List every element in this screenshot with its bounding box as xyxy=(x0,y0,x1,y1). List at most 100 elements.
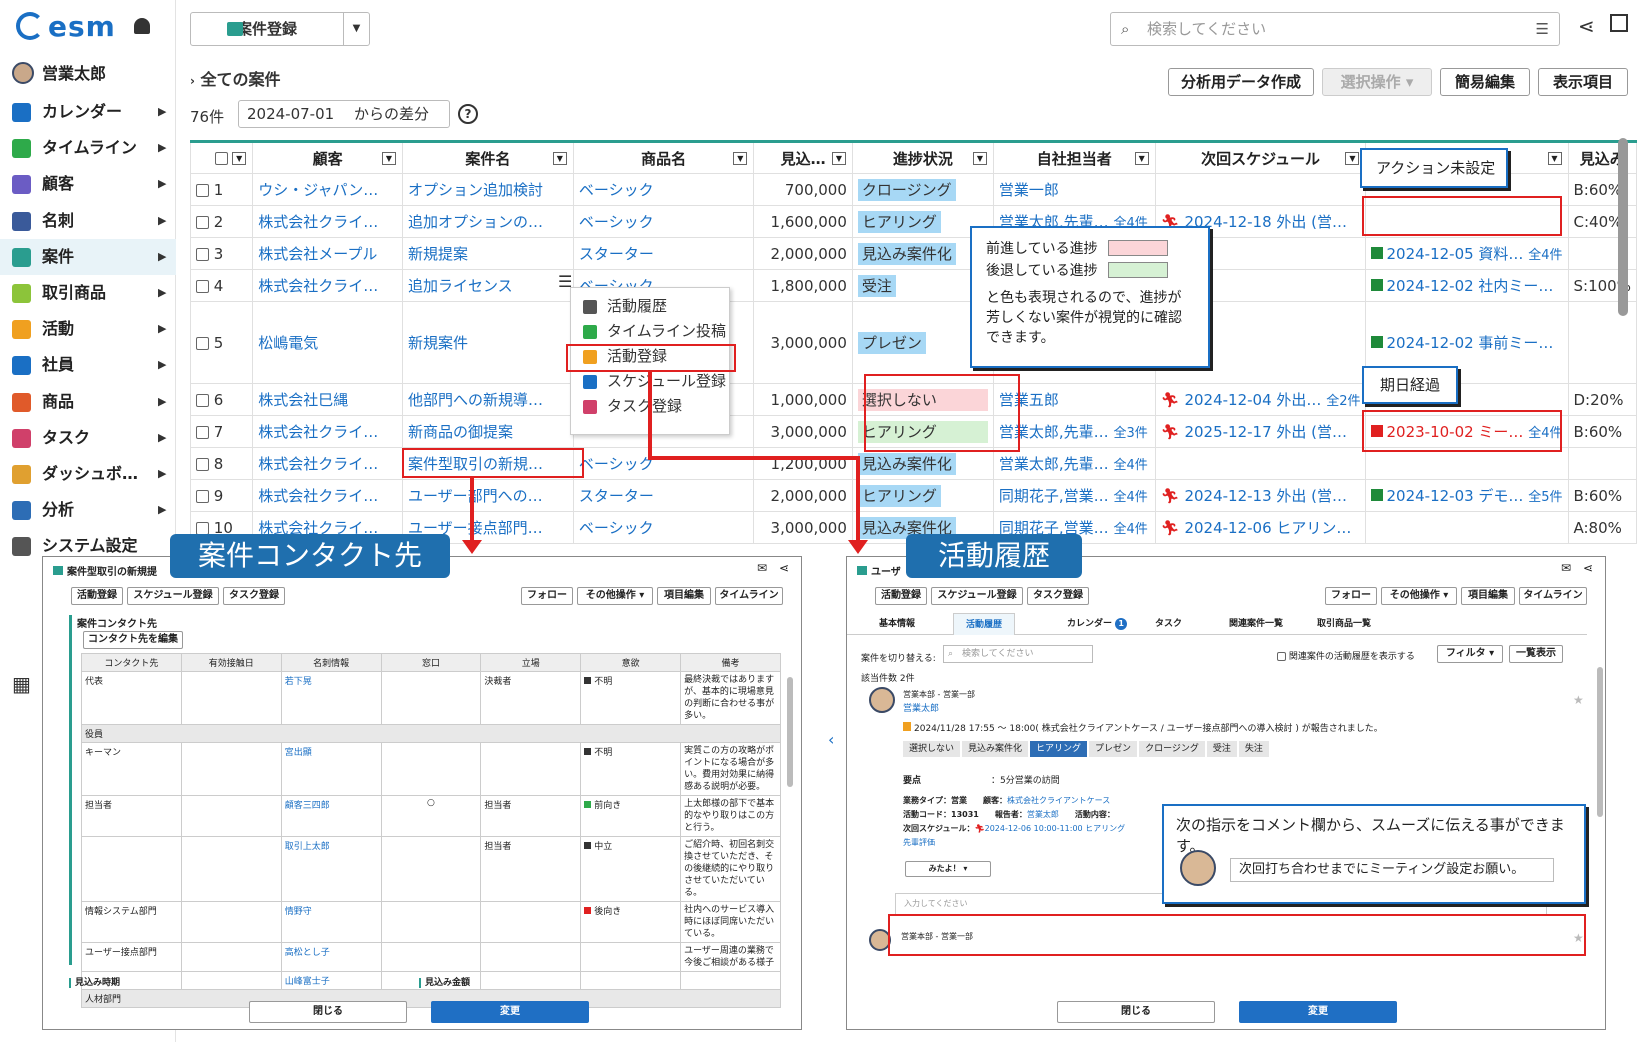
row-checkbox[interactable] xyxy=(196,279,209,293)
select-all-checkbox[interactable] xyxy=(215,152,229,165)
more-actions-button[interactable]: その他操作 ▾ xyxy=(577,587,653,605)
sidebar-item-11[interactable]: 分析 ▶ xyxy=(0,492,176,528)
row-select[interactable]: 4 xyxy=(189,269,254,302)
related-checkbox[interactable] xyxy=(1277,652,1286,661)
list-view-button[interactable]: 一覧表示 xyxy=(1509,645,1563,663)
current-user[interactable]: 営業太郎 xyxy=(12,60,106,84)
mail-icon[interactable]: ✉ xyxy=(1561,561,1571,575)
action-cell[interactable] xyxy=(1365,511,1569,544)
column-header[interactable]: 自社担当者 ▼ xyxy=(992,140,1156,174)
quick-edit-button[interactable]: 簡易編集 xyxy=(1440,68,1530,96)
deal-cell[interactable]: 追加オプションの… xyxy=(401,205,574,238)
more-actions-button[interactable]: その他操作 ▾ xyxy=(1381,587,1457,605)
chevron-down-icon[interactable]: ▼ xyxy=(343,13,369,45)
schedule-register-button[interactable]: スケジュール登録 xyxy=(931,587,1023,605)
row-checkbox[interactable] xyxy=(196,393,209,407)
deal-cell[interactable]: 新規案件 xyxy=(401,301,574,384)
column-header[interactable]: 案件名 ▼ xyxy=(401,140,574,174)
sidebar-item-8[interactable]: 商品 ▶ xyxy=(0,384,176,420)
column-filter-icon[interactable]: ▼ xyxy=(1134,152,1149,165)
sidebar-item-6[interactable]: 活動 ▶ xyxy=(0,311,176,347)
tab-0[interactable]: 基本情報 xyxy=(867,613,927,635)
card-link[interactable]: 顧客三四郎 xyxy=(280,795,382,837)
owner-cell[interactable]: 営業太郎,先輩… 全4件 xyxy=(992,447,1156,480)
row-select[interactable]: 2 xyxy=(189,205,254,238)
row-checkbox[interactable] xyxy=(196,215,209,229)
task-register-button[interactable]: タスク登録 xyxy=(1027,587,1089,605)
row-checkbox[interactable] xyxy=(196,457,209,471)
customer-cell[interactable]: 株式会社クライ… xyxy=(252,447,403,480)
sidebar-item-9[interactable]: タスク ▶ xyxy=(0,420,176,456)
mail-icon[interactable]: ✉ xyxy=(757,561,767,575)
column-filter-icon[interactable]: ▼ xyxy=(1547,152,1562,165)
search-input[interactable]: ⌕ 検索してください ☰ xyxy=(1110,12,1560,46)
table-row[interactable]: 4 株式会社クライ… 追加ライセンス ベーシック 1,800,000 受注 2024-12… xyxy=(189,269,1637,302)
sidebar-item-10[interactable]: ダッシュボ… ▶ xyxy=(0,456,176,492)
deal-cell[interactable]: ユーザー部門への… xyxy=(401,479,574,512)
column-filter-icon[interactable]: ▼ xyxy=(831,152,846,165)
sidebar-item-3[interactable]: 名刺 ▶ xyxy=(0,203,176,239)
share-icon[interactable]: ⋖ xyxy=(1583,561,1593,575)
product-cell[interactable]: ベーシック xyxy=(572,511,755,544)
row-checkbox[interactable] xyxy=(196,247,209,261)
column-filter-icon[interactable]: ▼ xyxy=(552,152,567,165)
timeline-button[interactable]: タイムライン xyxy=(715,587,783,605)
customer-cell[interactable]: 株式会社巳縄 xyxy=(252,383,403,416)
apps-grid-icon[interactable]: ▦ xyxy=(12,672,31,696)
column-filter-icon[interactable]: ▼ xyxy=(381,152,396,165)
next-schedule-cell[interactable]: 🏃︎ 2024-12-06 ヒアリン… xyxy=(1154,511,1367,544)
author-name[interactable]: 営業太郎 xyxy=(903,701,939,714)
register-deal-button[interactable]: 案件登録 ▼ xyxy=(190,12,370,46)
close-button[interactable]: 閉じる xyxy=(1057,1001,1215,1023)
column-header[interactable]: 進捗状況 ▼ xyxy=(851,140,994,174)
chevron-left-icon[interactable]: ‹ xyxy=(828,730,834,749)
evaluation-link[interactable]: 先輩評価 xyxy=(903,837,935,848)
tab-5[interactable]: 取引商品一覧 xyxy=(1305,613,1383,635)
tab-2[interactable]: カレンダー 1 xyxy=(1055,613,1139,635)
change-button[interactable]: 変更 xyxy=(1239,1001,1397,1023)
activity-register-button[interactable]: 活動登録 xyxy=(875,587,927,605)
next-schedule-cell[interactable]: 🏃︎ 2024-12-13 外出 (営… xyxy=(1154,479,1367,512)
column-filter-icon[interactable]: ▼ xyxy=(972,152,987,165)
chevron-down-icon[interactable]: ▼ xyxy=(232,152,247,165)
card-link[interactable]: 宮出顯 xyxy=(280,742,382,796)
sidebar-item-4[interactable]: 案件 ▶ xyxy=(0,238,176,275)
edit-contacts-button[interactable]: コンタクト先を編集 xyxy=(83,631,183,649)
close-button[interactable]: 閉じる xyxy=(249,1001,407,1023)
follow-button[interactable]: フォロー xyxy=(1325,587,1377,605)
row-select[interactable]: 8 xyxy=(189,447,254,480)
card-link[interactable]: 山峰富士子 xyxy=(280,971,382,990)
product-cell[interactable]: ベーシック xyxy=(572,205,755,238)
customer-cell[interactable]: ウシ・ジャパン… xyxy=(252,173,403,206)
product-cell[interactable]: スターター xyxy=(572,479,755,512)
edit-fields-button[interactable]: 項目編集 xyxy=(657,587,711,605)
sidebar-item-5[interactable]: 取引商品 ▶ xyxy=(0,275,176,311)
row-select[interactable]: 3 xyxy=(189,237,254,270)
row-select[interactable]: 5 xyxy=(189,301,254,384)
table-row[interactable]: 9 株式会社クライ… ユーザー部門への… スターター 2,000,000 ヒアリング 同期花… xyxy=(189,479,1637,512)
diff-date-input[interactable]: 2024-07-01 からの差分 xyxy=(238,100,450,128)
product-cell[interactable]: スターター xyxy=(572,237,755,270)
column-filter-icon[interactable]: ▼ xyxy=(1345,152,1360,165)
mitayo-button[interactable]: みたよ！ ▾ xyxy=(905,861,991,877)
row-checkbox[interactable] xyxy=(196,425,209,439)
select-all-header[interactable]: ▼ xyxy=(189,140,254,174)
related-toggle[interactable]: 関連案件の活動履歴を表示する xyxy=(1277,649,1415,662)
column-header[interactable]: 次回スケジュール ▼ xyxy=(1154,140,1367,174)
tab-4[interactable]: 関連案件一覧 xyxy=(1217,613,1295,635)
chevron-right-icon[interactable]: › xyxy=(190,74,195,88)
tab-3[interactable]: タスク xyxy=(1143,613,1194,635)
row-checkbox[interactable] xyxy=(196,521,209,535)
filter-settings-icon[interactable]: ☰ xyxy=(1536,13,1549,45)
external-link-icon[interactable] xyxy=(1610,14,1628,32)
action-cell[interactable]: 2024-12-03 デモ… 全5件 xyxy=(1365,479,1569,512)
next-schedule-cell[interactable] xyxy=(1154,173,1367,206)
card-link[interactable]: 若下晃 xyxy=(280,671,382,725)
deal-cell[interactable]: 新商品の御提案 xyxy=(401,415,574,448)
next-schedule-cell[interactable] xyxy=(1154,447,1367,480)
column-filter-icon[interactable]: ▼ xyxy=(733,152,748,165)
next-schedule-cell[interactable]: 🏃︎ 2024-12-04 外出… 全2件 xyxy=(1154,383,1367,416)
schedule-register-button[interactable]: スケジュール登録 xyxy=(127,587,219,605)
menu-item-1[interactable]: タイムライン投稿 xyxy=(571,319,729,344)
deal-cell[interactable]: 新規提案 xyxy=(401,237,574,270)
